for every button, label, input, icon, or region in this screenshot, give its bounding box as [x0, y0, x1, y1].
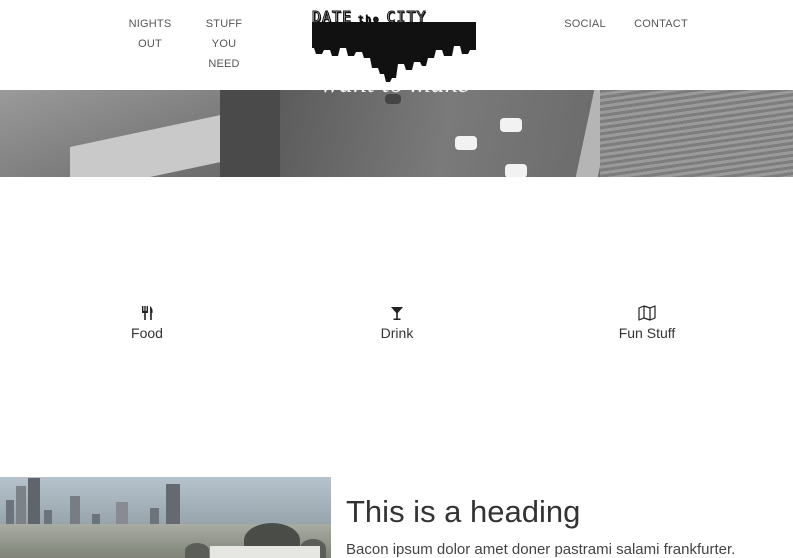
- nav-link-nights-out[interactable]: NIGHTS OUT: [126, 14, 174, 54]
- nav-link-label: YOU: [211, 38, 237, 50]
- site-logo[interactable]: DATE the CITY: [311, 8, 476, 84]
- hero-photo-water: [600, 90, 793, 177]
- category-label: Food: [131, 325, 163, 341]
- hero-photo-road: [280, 90, 610, 177]
- cutlery-icon: [142, 306, 153, 320]
- hero-caption: want to make: [300, 90, 490, 100]
- cocktail-icon: [391, 307, 403, 320]
- nav-link-label: CONTACT: [634, 18, 688, 30]
- feature-image: [0, 477, 331, 558]
- feature-text: Bacon ipsum dolor amet doner pastrami sa…: [346, 541, 736, 558]
- nav-link-social[interactable]: SOCIAL: [561, 14, 609, 34]
- feature-heading: This is a heading: [346, 494, 581, 529]
- map-icon: [638, 305, 656, 321]
- nav-link-label: SOCIAL: [564, 18, 606, 30]
- category-label: Fun Stuff: [618, 325, 676, 341]
- category-fun-stuff[interactable]: Fun Stuff: [587, 305, 707, 341]
- nav-link-stuff-you-need[interactable]: STUFF YOU NEED: [200, 14, 248, 74]
- hero-photo-car: [505, 164, 527, 177]
- feature-photo-dome: [185, 543, 209, 558]
- navbar: NIGHTS OUT STUFF YOU NEED DATE the CITY SO…: [0, 0, 793, 90]
- nav-link-contact[interactable]: CONTACT: [630, 14, 692, 34]
- nav-link-label: STUFF: [205, 18, 243, 30]
- hero-photo-car: [500, 118, 522, 132]
- nav-link-label: NIGHTS: [128, 18, 172, 30]
- nav-link-label: NEED: [208, 58, 240, 70]
- category-label: Drink: [380, 325, 414, 341]
- nav-link-label: OUT: [138, 38, 162, 50]
- category-drink[interactable]: Drink: [337, 305, 457, 341]
- feature-photo-observatory-wall: [210, 546, 320, 558]
- hero-banner: want to make: [0, 90, 793, 177]
- skyline-logo-graphic: [312, 22, 476, 82]
- category-food[interactable]: Food: [87, 305, 207, 341]
- hero-photo-car: [455, 136, 477, 150]
